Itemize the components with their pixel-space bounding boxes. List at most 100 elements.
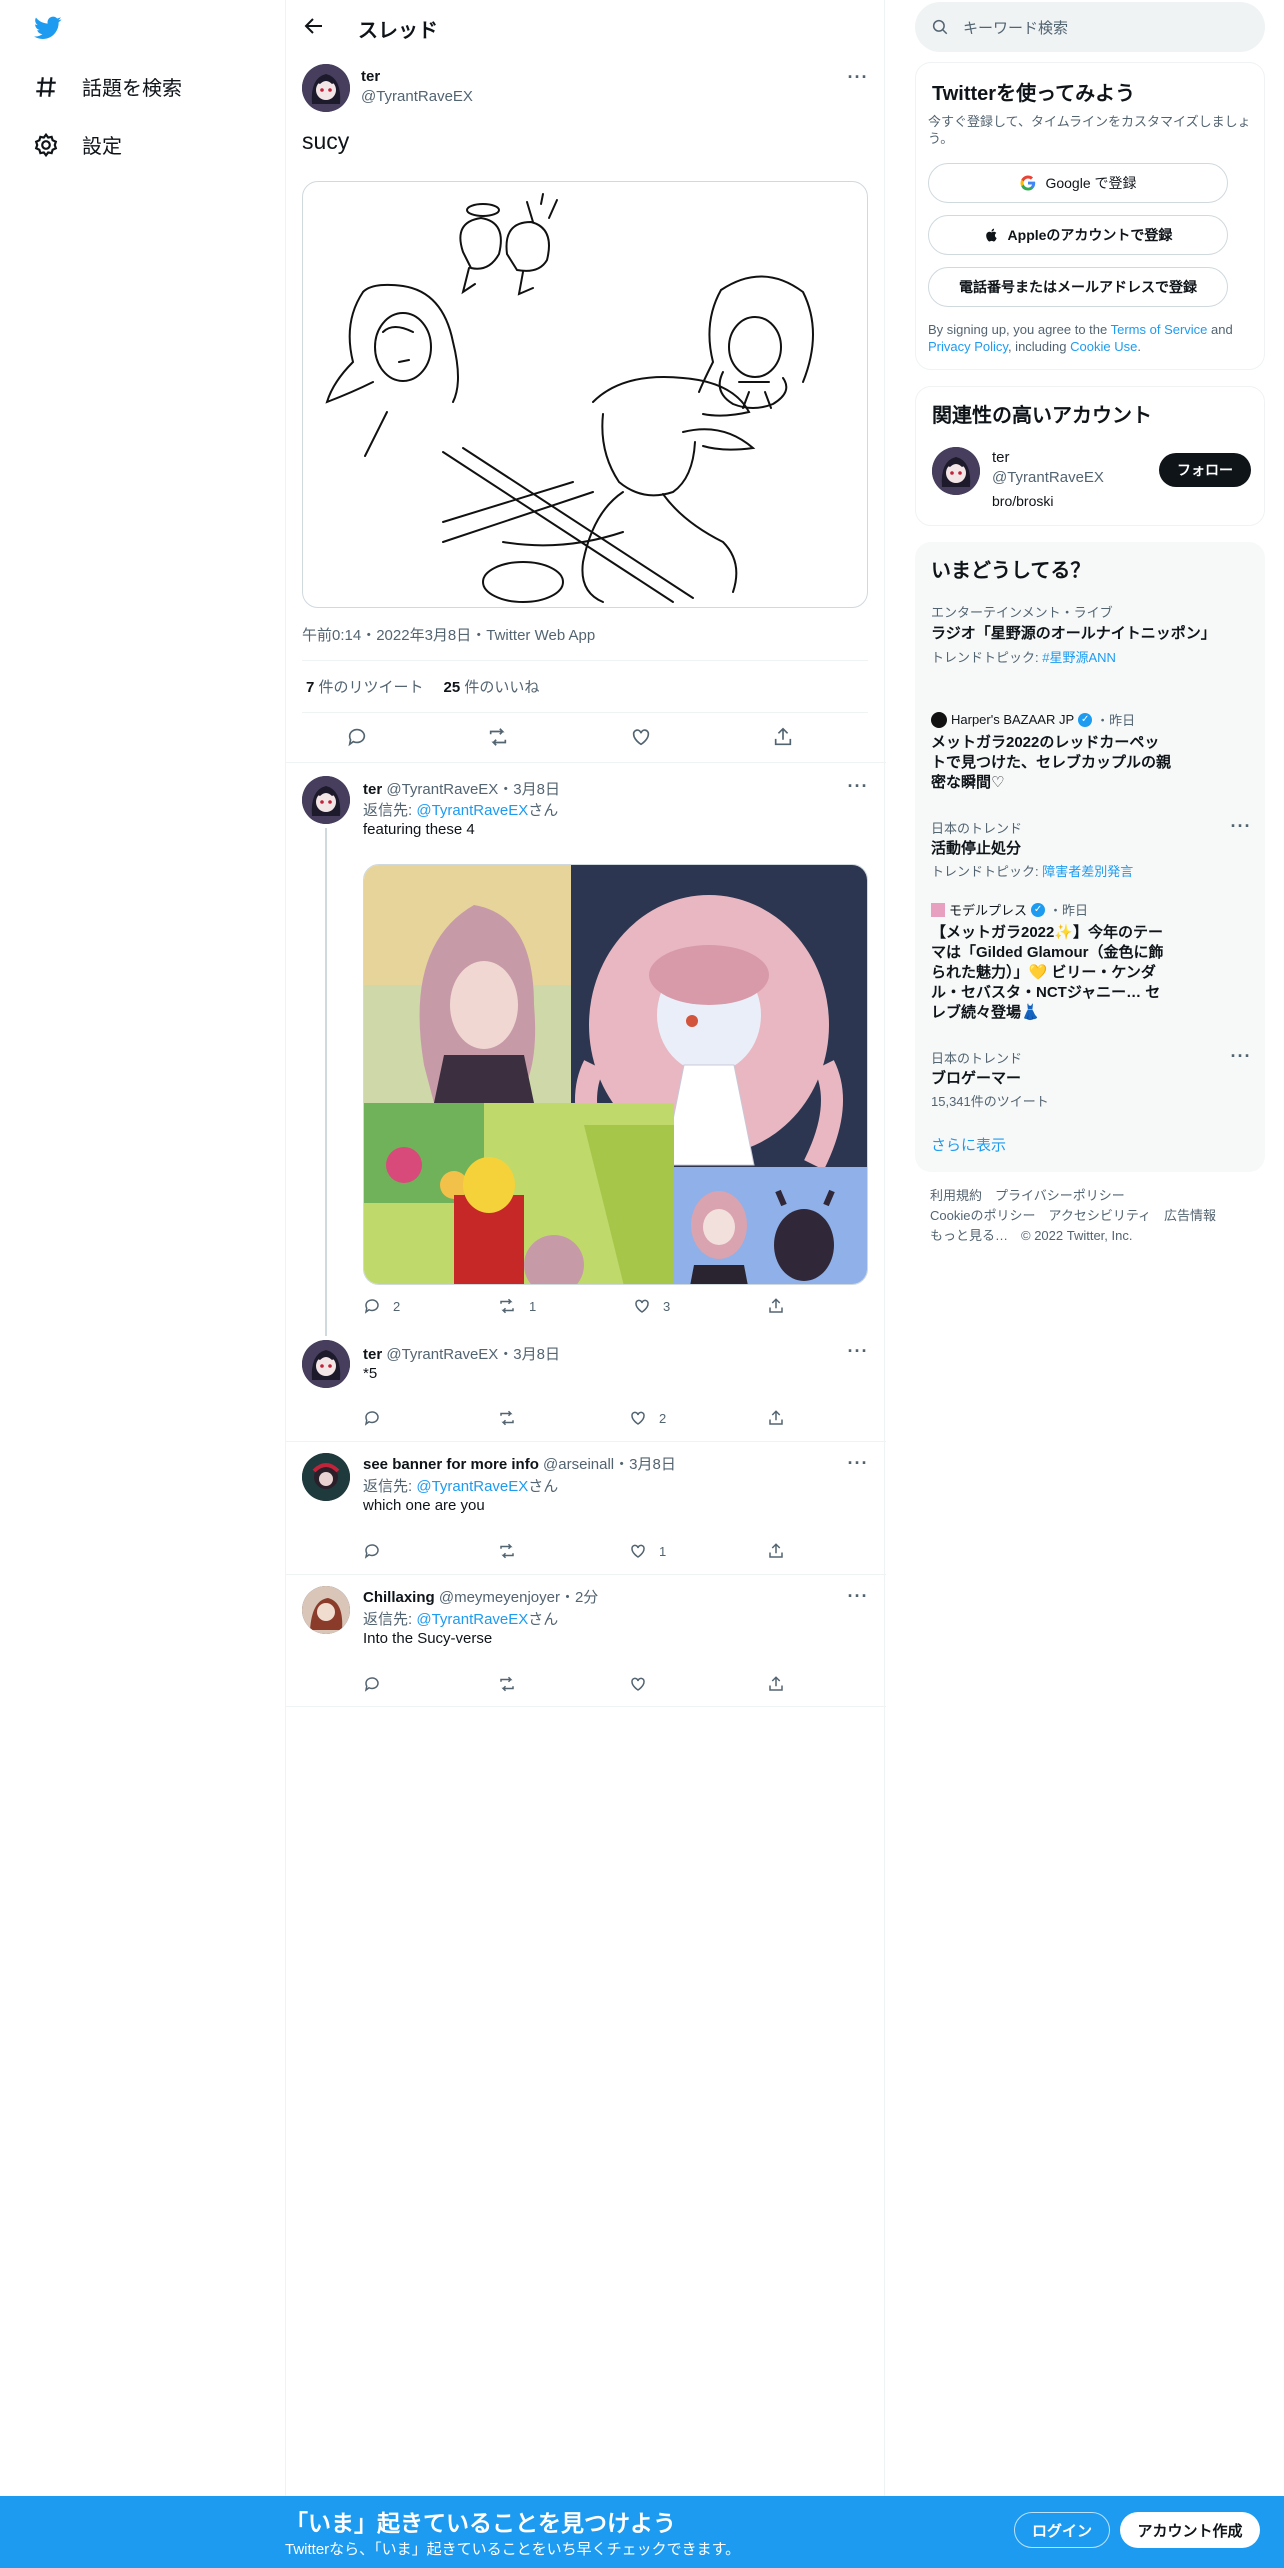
author-handle[interactable]: @TyrantRaveEX — [361, 88, 473, 105]
reply-icon[interactable] — [346, 726, 368, 748]
image-grid[interactable] — [363, 864, 868, 1285]
retweet-icon[interactable] — [497, 1675, 517, 1693]
signup-title: Twitterを使ってみよう — [932, 83, 1136, 105]
search-input[interactable]: キーワード検索 — [915, 2, 1265, 52]
show-more-link[interactable]: さらに表示 — [931, 1134, 1006, 1155]
author-name[interactable]: Chillaxing — [363, 1589, 435, 1606]
author-name[interactable]: ter — [363, 781, 382, 798]
apple-signup-button[interactable]: Appleのアカウントで登録 — [928, 215, 1228, 255]
bottom-signup-bar: 「いま」起きていることを見つけよう Twitterなら、「いま」起きていることを… — [0, 2496, 1284, 2568]
footer-line[interactable]: 利用規約 プライバシーポリシー — [930, 1186, 1260, 1206]
reply-to-link[interactable]: @TyrantRaveEX — [416, 1478, 528, 1495]
avatar[interactable] — [302, 64, 350, 112]
reply-icon[interactable] — [363, 1675, 381, 1693]
avatar[interactable] — [302, 1453, 350, 1501]
tweet-date[interactable]: ・3月8日 — [614, 1456, 676, 1473]
avatar[interactable] — [302, 776, 350, 824]
trend-item[interactable]: 日本のトレンド ブロゲーマー 15,341件のツイート — [931, 1048, 1251, 1110]
retweets-stat[interactable]: 7 件のリツイート — [306, 676, 424, 697]
avatar[interactable] — [932, 447, 980, 495]
share-icon[interactable] — [767, 1409, 785, 1427]
trends-title: いまどうしてる？ — [931, 560, 1091, 582]
tweet-text: sucy — [302, 128, 350, 154]
more-icon[interactable]: ··· — [848, 776, 868, 796]
trend-item[interactable]: 日本のトレンド 活動停止処分 トレンドトピック: 障害者差別発言 — [931, 818, 1251, 880]
back-arrow-icon[interactable] — [302, 14, 326, 38]
nav-settings[interactable]: 設定 — [32, 130, 122, 159]
divider — [302, 660, 868, 661]
nav-explore[interactable]: 話題を検索 — [32, 72, 182, 101]
more-icon[interactable]: ··· — [848, 67, 868, 87]
reply-header: see banner for more info @arseinall・3月8日 — [363, 1453, 676, 1474]
more-icon[interactable]: ··· — [1231, 816, 1251, 836]
phone-email-signup-button[interactable]: 電話番号またはメールアドレスで登録 — [928, 267, 1228, 307]
author-name[interactable]: ter — [363, 1346, 382, 1363]
more-icon[interactable]: ··· — [848, 1453, 868, 1473]
tweet-date[interactable]: ・2分 — [560, 1589, 598, 1606]
reply-to-link[interactable]: @TyrantRaveEX — [416, 802, 528, 819]
gear-icon — [32, 131, 60, 159]
author-handle[interactable]: @TyrantRaveEX — [386, 1346, 498, 1363]
terms-link[interactable]: Terms of Service — [1111, 322, 1208, 337]
reply-icon[interactable]: 2 — [363, 1297, 400, 1315]
share-icon[interactable] — [767, 1542, 785, 1560]
like-icon[interactable] — [630, 726, 652, 748]
trend-item[interactable]: モデルプレス ✓ ・昨日 【メットガラ2022✨】今年のテーマは「Gilded … — [931, 900, 1251, 1023]
like-icon[interactable]: 1 — [629, 1542, 666, 1560]
author-name[interactable]: ter — [361, 68, 380, 85]
tweet-date[interactable]: ・3月8日 — [498, 1346, 560, 1363]
author-name[interactable]: see banner for more info — [363, 1456, 539, 1473]
footer-line[interactable]: もっと見る… © 2022 Twitter, Inc. — [930, 1226, 1260, 1246]
share-icon[interactable] — [772, 726, 794, 748]
more-icon[interactable]: ··· — [1231, 1046, 1251, 1066]
account-handle[interactable]: @TyrantRaveEX — [992, 469, 1104, 486]
trend-item[interactable]: Harper's BAZAAR JP ✓ ・昨日 メットガラ2022のレッドカー… — [931, 710, 1251, 793]
follow-button[interactable]: フォロー — [1159, 453, 1251, 487]
like-icon[interactable]: 2 — [629, 1409, 666, 1427]
trend-item[interactable]: エンターテインメント・ライブ ラジオ「星野源のオールナイトニッポン」 トレンドト… — [931, 602, 1251, 666]
share-icon[interactable] — [767, 1675, 785, 1693]
tweet-date[interactable]: ・3月8日 — [498, 781, 560, 798]
thread-header: スレッド — [286, 0, 886, 53]
more-icon[interactable]: ··· — [848, 1586, 868, 1606]
image-collage — [364, 865, 867, 1284]
footer-line[interactable]: Cookieのポリシー アクセシビリティ 広告情報 — [930, 1206, 1260, 1226]
signup-subtitle: 今すぐ登録して、タイムラインをカスタマイズしましょう。 — [928, 114, 1251, 146]
create-account-button[interactable]: アカウント作成 — [1120, 2512, 1260, 2548]
trend-topic-link[interactable]: 障害者差別発言 — [1042, 864, 1133, 879]
terms-text: By signing up, you agree to the Terms of… — [928, 322, 1233, 354]
apple-icon — [985, 228, 997, 242]
reply-icon[interactable] — [363, 1542, 381, 1560]
twitter-logo-icon[interactable] — [32, 14, 64, 42]
more-icon[interactable]: ··· — [848, 1341, 868, 1361]
cookie-link[interactable]: Cookie Use — [1070, 339, 1137, 354]
reply-header: ter @TyrantRaveEX・3月8日 — [363, 778, 560, 799]
likes-stat[interactable]: 25 件のいいね — [444, 676, 540, 697]
share-icon[interactable] — [767, 1297, 785, 1315]
like-count: 1 — [659, 1543, 667, 1559]
google-signup-label: Google で登録 — [1045, 175, 1137, 191]
privacy-link[interactable]: Privacy Policy — [928, 339, 1008, 354]
retweet-icon[interactable] — [486, 726, 510, 748]
retweet-icon[interactable]: 1 — [497, 1297, 536, 1315]
google-signup-button[interactable]: Google で登録 — [928, 163, 1228, 203]
author-handle[interactable]: @arseinall — [543, 1456, 614, 1473]
reply-count: 2 — [393, 1298, 401, 1314]
tweet-image[interactable] — [302, 181, 868, 608]
login-button[interactable]: ログイン — [1014, 2512, 1110, 2548]
retweet-icon[interactable] — [497, 1542, 517, 1560]
trend-topic-link[interactable]: #星野源ANN — [1042, 650, 1116, 665]
author-handle[interactable]: @meymeyenjoyer — [439, 1589, 560, 1606]
tweet-timestamp[interactable]: 午前0:14・2022年3月8日・Twitter Web App — [302, 624, 595, 645]
retweet-icon[interactable] — [497, 1409, 517, 1427]
avatar[interactable] — [302, 1340, 350, 1388]
bottom-bar-title: 「いま」起きていることを見つけよう — [285, 2510, 676, 2536]
like-icon[interactable] — [629, 1675, 647, 1693]
reply-icon[interactable] — [363, 1409, 381, 1427]
reply-to-link[interactable]: @TyrantRaveEX — [416, 1611, 528, 1628]
avatar[interactable] — [302, 1586, 350, 1634]
like-icon[interactable]: 3 — [633, 1297, 670, 1315]
account-name[interactable]: ter — [992, 449, 1010, 466]
author-handle[interactable]: @TyrantRaveEX — [386, 781, 498, 798]
verified-icon: ✓ — [1031, 902, 1046, 917]
